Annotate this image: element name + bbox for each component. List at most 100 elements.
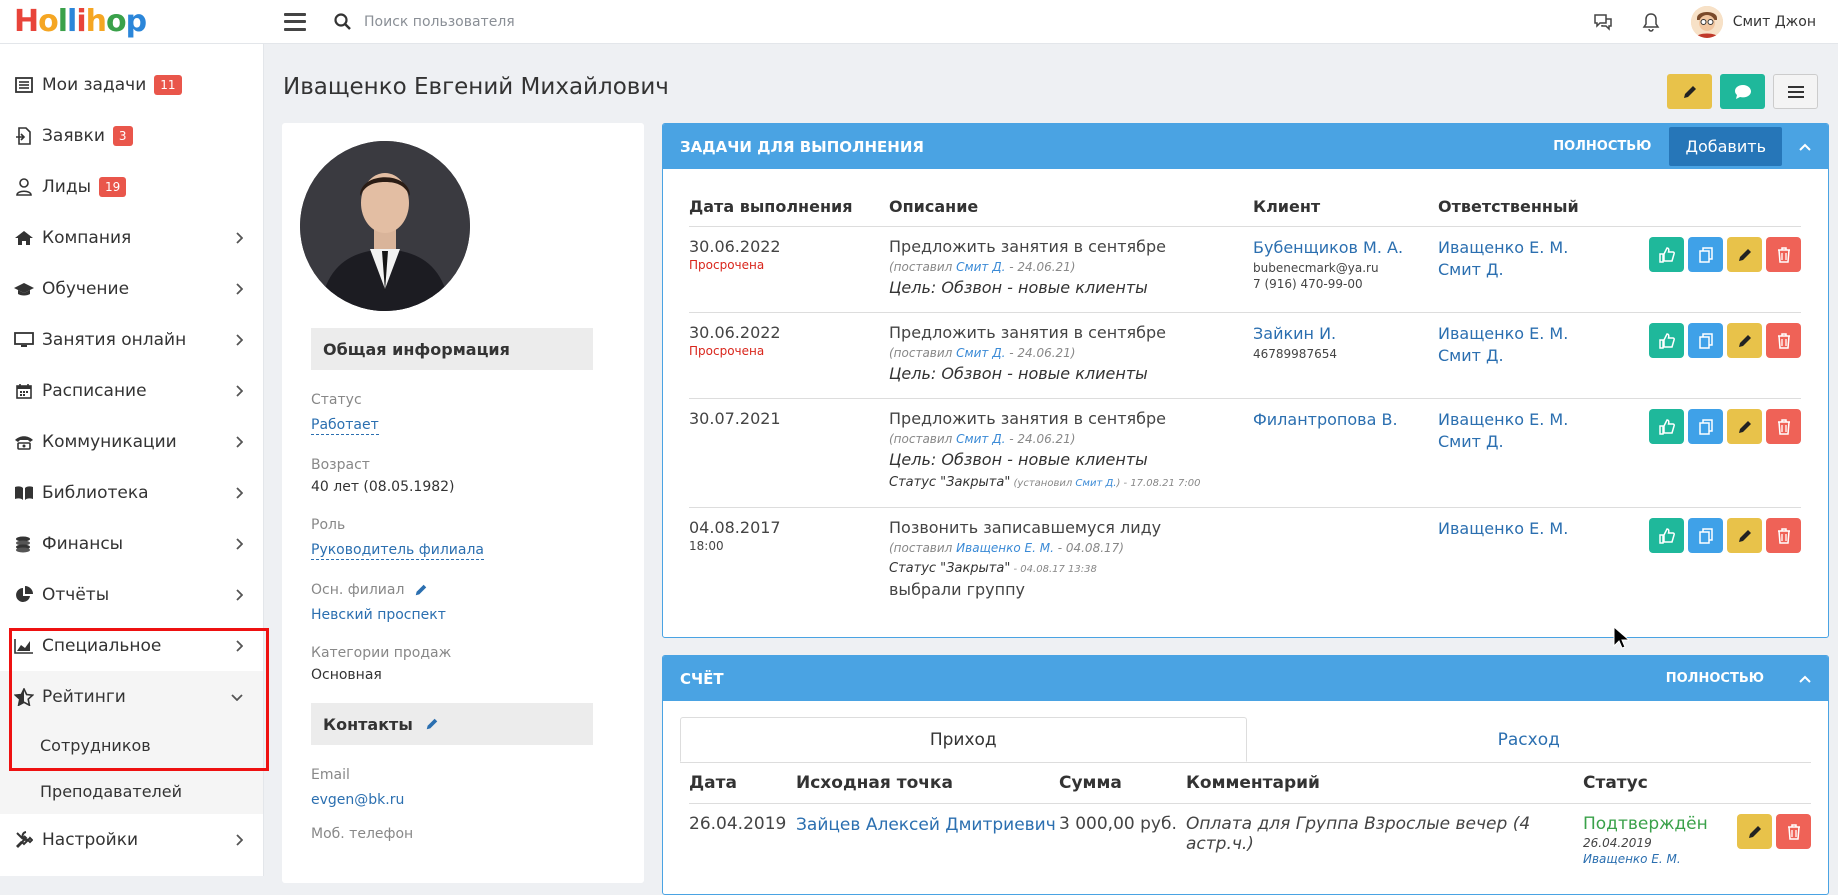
avatar [1690,5,1723,38]
status-value[interactable]: Работает [311,416,379,435]
sidebar-item-special[interactable]: Специальное [0,620,263,671]
payer-link[interactable]: Зайцев Алексей Дмитриевич [796,814,1059,836]
edit-task-button[interactable] [1727,323,1762,358]
menu-toggle-icon[interactable] [284,12,306,31]
search-box [334,12,934,31]
complete-task-button[interactable] [1649,409,1684,444]
task-author-link[interactable]: Смит Д. [956,260,1005,274]
client-link[interactable]: Зайкин И. [1253,323,1438,345]
edit-task-button[interactable] [1727,518,1762,553]
table-row: 26.04.2019 Зайцев Алексей Дмитриевич 3 0… [689,804,1811,877]
user-menu[interactable]: Смит Джон [1675,5,1838,38]
sidebar-item-requests[interactable]: Заявки 3 [0,110,263,161]
sidebar-item-library[interactable]: Библиотека [0,467,263,518]
task-author-link[interactable]: Иващенко Е. М. [956,541,1054,555]
chevron-up-icon[interactable] [1782,143,1828,151]
task-meta: - 24.06.21) [1005,346,1076,360]
responsible-link[interactable]: Иващенко Е. М. [1438,409,1638,431]
status-author-link[interactable]: Иващенко Е. М. [1583,852,1723,866]
chat-icon[interactable] [1579,12,1627,32]
pencil-icon[interactable] [425,717,439,731]
leads-count-badge: 19 [99,176,127,197]
sidebar-subitem-employees[interactable]: Сотрудников [0,722,263,768]
edit-task-button[interactable] [1727,409,1762,444]
task-author-link[interactable]: Смит Д. [956,346,1005,360]
copy-task-button[interactable] [1688,323,1723,358]
copy-icon [1698,527,1713,544]
edit-profile-button[interactable] [1667,74,1712,109]
chevron-down-icon [231,693,243,701]
bell-icon[interactable] [1627,12,1675,32]
client-email: bubenecmark@ya.ru [1253,261,1379,275]
sidebar-item-company[interactable]: Компания [0,212,263,263]
sales-category-label: Категории продаж [311,645,452,661]
thumbs-up-icon [1658,418,1675,435]
complete-task-button[interactable] [1649,518,1684,553]
sidebar-item-label: Лиды [42,176,92,197]
responsible-link[interactable]: Смит Д. [1438,431,1638,453]
delete-payment-button[interactable] [1776,814,1811,849]
sidebar-item-online-classes[interactable]: Занятия онлайн [0,314,263,365]
tab-expense[interactable]: Расход [1247,717,1812,762]
sidebar-item-finance[interactable]: Финансы [0,518,263,569]
client-link[interactable]: Бубенщиков М. А. [1253,237,1438,259]
sidebar-subitem-teachers[interactable]: Преподавателей [0,768,263,814]
search-input[interactable] [364,13,764,30]
pencil-icon[interactable] [414,583,428,597]
edit-task-button[interactable] [1727,237,1762,272]
task-meta: (поставил [889,432,957,446]
trash-icon [1777,332,1790,349]
logo[interactable]: Hollihop [0,0,264,44]
chevron-right-icon [236,282,243,295]
book-icon [14,483,34,503]
sidebar-item-ratings[interactable]: Рейтинги [0,671,263,722]
role-field: Роль Руководитель филиала [311,517,644,560]
add-task-button[interactable]: Добавить [1669,127,1782,166]
sidebar-item-my-tasks[interactable]: Мои задачи 11 [0,59,263,110]
branch-value[interactable]: Невский проспект [311,607,446,623]
payment-amount: 3 000,00 руб. [1059,814,1177,834]
responsible-link[interactable]: Смит Д. [1438,345,1638,367]
status-author-link[interactable]: Смит Д. [1075,478,1116,489]
copy-task-button[interactable] [1688,518,1723,553]
tab-income[interactable]: Приход [680,717,1247,762]
sidebar-item-education[interactable]: Обучение [0,263,263,314]
profile-photo [300,141,470,311]
complete-task-button[interactable] [1649,237,1684,272]
responsible-link[interactable]: Иващенко Е. М. [1438,518,1638,540]
sidebar-item-leads[interactable]: Лиды 19 [0,161,263,212]
client-link[interactable]: Филантропова В. [1253,409,1438,431]
copy-task-button[interactable] [1688,237,1723,272]
copy-icon [1698,246,1713,263]
email-value[interactable]: evgen@bk.ru [311,792,404,808]
chevron-right-icon [236,333,243,346]
responsible-link[interactable]: Смит Д. [1438,259,1638,281]
invoice-full-link[interactable]: ПОЛНОСТЬЮ [1666,671,1764,686]
chevron-up-icon[interactable] [1782,675,1828,683]
client-phone: 46789987654 [1253,347,1337,361]
edit-payment-button[interactable] [1737,814,1772,849]
copy-task-button[interactable] [1688,409,1723,444]
sidebar-item-reports[interactable]: Отчёты [0,569,263,620]
task-author-link[interactable]: Смит Д. [956,432,1005,446]
delete-task-button[interactable] [1766,323,1801,358]
chevron-right-icon [236,588,243,601]
responsible-link[interactable]: Иващенко Е. М. [1438,237,1638,259]
sidebar-item-schedule[interactable]: Расписание [0,365,263,416]
message-button[interactable] [1720,74,1765,109]
task-goal: Цель: Обзвон - новые клиенты [889,364,1148,383]
responsible-link[interactable]: Иващенко Е. М. [1438,323,1638,345]
pencil-icon [1683,85,1696,98]
delete-task-button[interactable] [1766,409,1801,444]
role-value[interactable]: Руководитель филиала [311,541,484,560]
delete-task-button[interactable] [1766,237,1801,272]
sidebar-item-label: Коммуникации [42,431,177,452]
sidebar-item-communications[interactable]: Коммуникации [0,416,263,467]
document-icon [14,126,34,146]
delete-task-button[interactable] [1766,518,1801,553]
more-menu-button[interactable] [1773,74,1818,109]
sidebar-item-settings[interactable]: Настройки [0,814,263,865]
complete-task-button[interactable] [1649,323,1684,358]
tasks-full-link[interactable]: ПОЛНОСТЬЮ [1553,139,1651,154]
chat-bubble-icon [1734,84,1751,99]
